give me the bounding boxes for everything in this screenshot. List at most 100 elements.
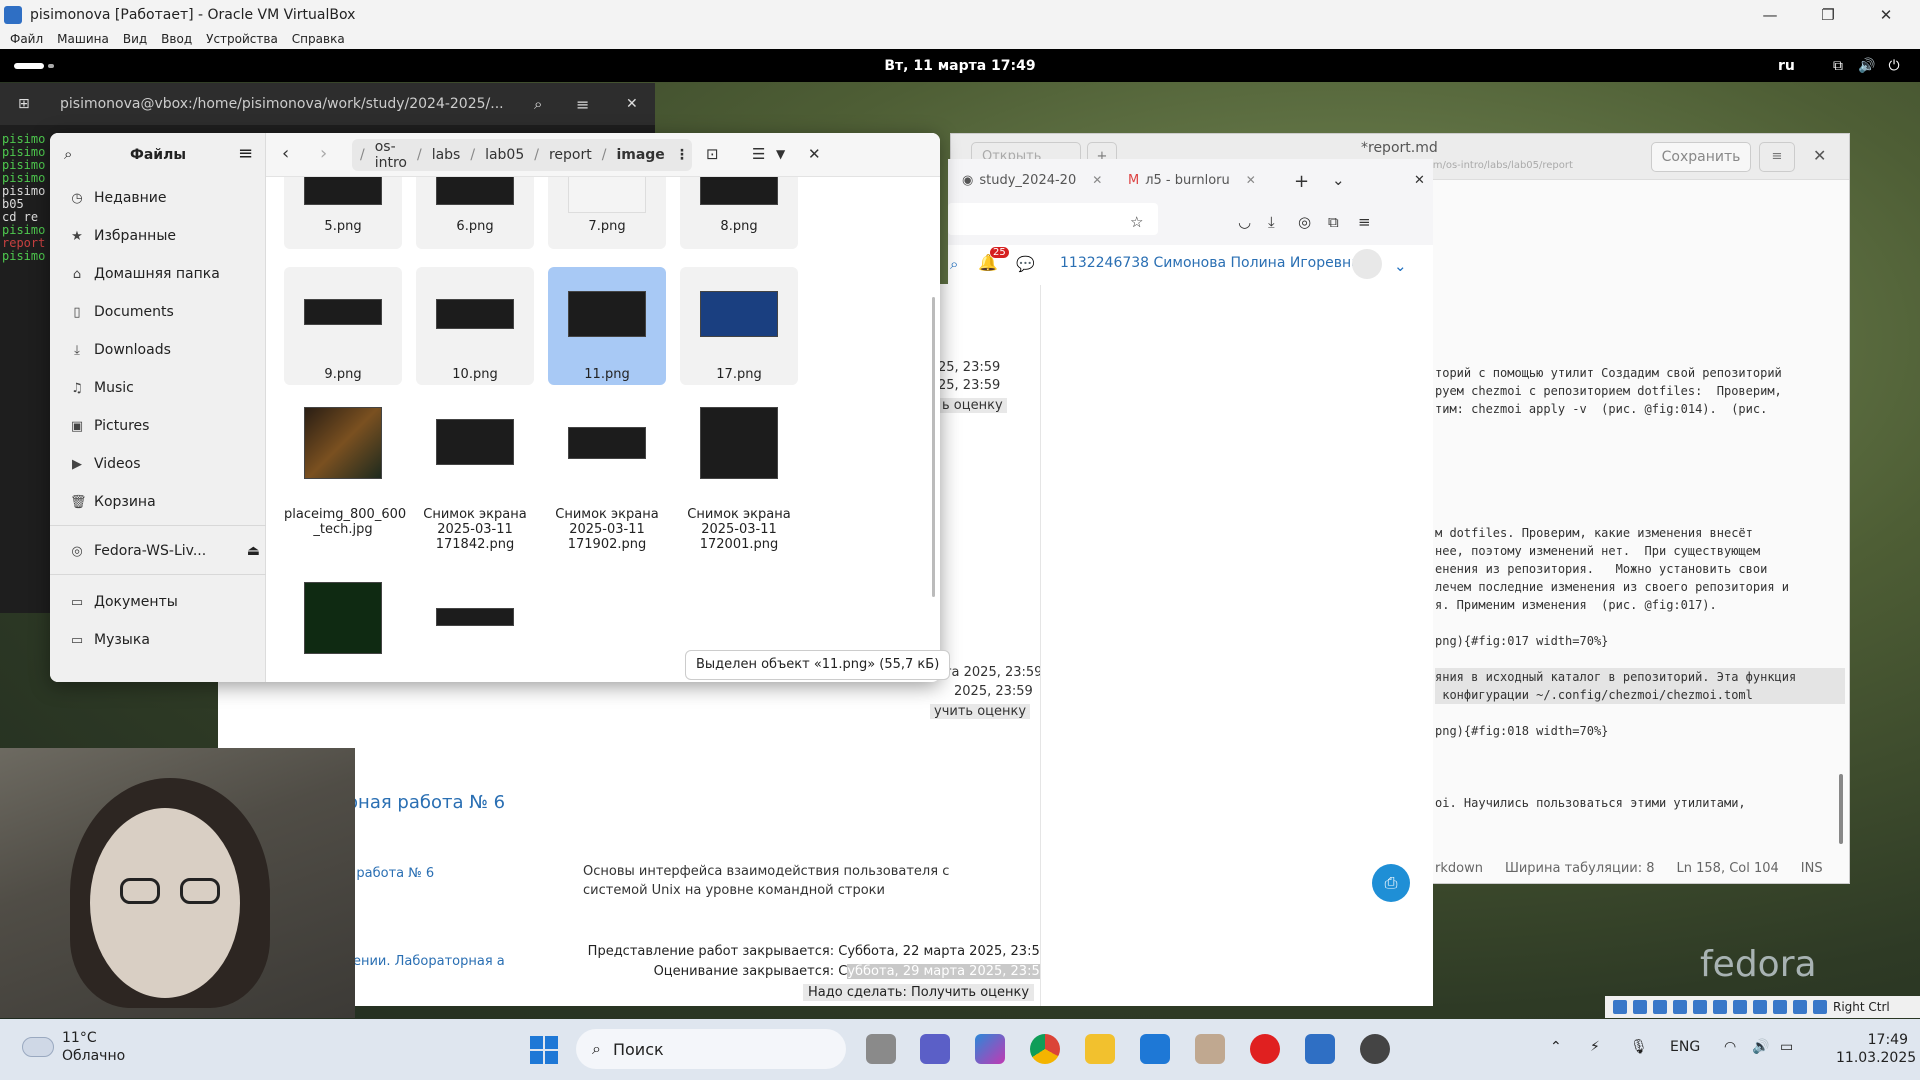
sidebar-item-pictures[interactable]: ▣ Pictures bbox=[70, 413, 260, 439]
chevron-down-icon[interactable]: ▼ bbox=[776, 147, 785, 161]
volume-icon[interactable]: 🔊 bbox=[1858, 58, 1875, 74]
code-line[interactable]: руем chezmoi с репозиторием dotfiles: Пр… bbox=[1435, 382, 1782, 400]
file-item[interactable] bbox=[416, 582, 534, 682]
code-line[interactable]: енения из репозитория. Можно установить … bbox=[1435, 560, 1767, 578]
close-icon[interactable]: ✕ bbox=[1860, 0, 1912, 29]
menu-devices[interactable]: Устройства bbox=[206, 32, 278, 46]
sidebar-item-downloads[interactable]: ⤓ Downloads bbox=[70, 337, 260, 363]
keyboard-language[interactable]: ENG bbox=[1670, 1039, 1700, 1055]
file-item[interactable]: 6.png bbox=[416, 177, 534, 249]
sidebar-item-trash[interactable]: 🗑 Корзина bbox=[70, 489, 260, 515]
network-icon[interactable] bbox=[1673, 1000, 1687, 1014]
code-line[interactable]: м dotfiles. Проверим, какие изменения вн… bbox=[1435, 524, 1753, 542]
close-icon[interactable]: ✕ bbox=[1246, 173, 1256, 187]
file-item[interactable]: 7.png bbox=[548, 177, 666, 249]
breadcrumb-item[interactable]: lab05 bbox=[485, 147, 524, 163]
search-icon[interactable]: ⌕ bbox=[534, 95, 542, 113]
code-line[interactable]: я. Применим изменения (рис. @fig:017). bbox=[1435, 596, 1717, 614]
menu-file[interactable]: Файл bbox=[10, 32, 43, 46]
sidebar-item-docs-ru[interactable]: ▭ Документы bbox=[70, 589, 260, 615]
save-button[interactable]: Сохранить bbox=[1651, 142, 1751, 172]
code-line[interactable]: нее, поэтому изменений нет. При существу… bbox=[1435, 542, 1760, 560]
keyboard-layout[interactable]: ru bbox=[1778, 58, 1795, 74]
hdd-icon[interactable] bbox=[1613, 1000, 1627, 1014]
taskbar-clock[interactable]: 17:49 11.03.2025 bbox=[1836, 1031, 1916, 1067]
chat-icon[interactable]: 💬 bbox=[1016, 255, 1035, 273]
account-icon[interactable]: ◎ bbox=[1298, 213, 1311, 231]
file-item[interactable]: Снимок экрана 2025-03-11 171842.png bbox=[416, 407, 534, 557]
close-icon[interactable]: ✕ bbox=[1414, 173, 1425, 188]
code-line[interactable]: яния в исходный каталог в репозиторий. Э… bbox=[1435, 668, 1845, 686]
sidebar-item-home[interactable]: ⌂ Домашняя папка bbox=[70, 261, 260, 287]
download-icon[interactable]: ⤓ bbox=[1268, 213, 1275, 231]
restore-icon[interactable]: ❐ bbox=[1802, 0, 1854, 29]
network-icon[interactable]: ⧉ bbox=[1830, 58, 1846, 74]
code-line[interactable]: торий с помощью утилит Создадим свой реп… bbox=[1435, 364, 1782, 382]
close-icon[interactable]: ✕ bbox=[1092, 173, 1102, 187]
code-line[interactable]: конфигурации ~/.config/chezmoi/chezmoi.t… bbox=[1435, 686, 1845, 704]
file-item[interactable]: Снимок экрана 2025-03-11 171902.png bbox=[548, 407, 666, 557]
mail-icon[interactable] bbox=[1140, 1034, 1170, 1064]
code-line[interactable]: png){#fig:018 width=70%} bbox=[1435, 722, 1608, 740]
chrome-icon[interactable] bbox=[1030, 1034, 1060, 1064]
wifi-icon[interactable]: ◠ bbox=[1724, 1039, 1736, 1055]
battery-icon[interactable]: ▭ bbox=[1780, 1039, 1793, 1055]
menu-view[interactable]: Вид bbox=[123, 32, 147, 46]
task-view-icon[interactable] bbox=[866, 1034, 896, 1064]
menu-machine[interactable]: Машина bbox=[57, 32, 109, 46]
display-icon[interactable] bbox=[1733, 1000, 1747, 1014]
file-item[interactable] bbox=[284, 582, 402, 682]
virtualbox-icon[interactable] bbox=[1305, 1034, 1335, 1064]
close-icon[interactable]: ✕ bbox=[626, 96, 638, 112]
volume-icon[interactable]: 🔊 bbox=[1752, 1039, 1769, 1055]
breadcrumb-item[interactable]: os-intro bbox=[375, 139, 407, 171]
code-line[interactable]: тим: chezmoi apply -v (рис. @fig:014). (… bbox=[1435, 400, 1767, 418]
chevron-down-icon[interactable]: ⌄ bbox=[1394, 257, 1407, 275]
extensions-icon[interactable]: ⧉ bbox=[1328, 213, 1339, 231]
new-folder-icon[interactable]: ⊡ bbox=[706, 145, 719, 163]
chevron-up-icon[interactable]: ⌃ bbox=[1550, 1039, 1562, 1055]
menu-input[interactable]: Ввод bbox=[161, 32, 192, 46]
audio-icon[interactable] bbox=[1653, 1000, 1667, 1014]
sidebar-item-documents[interactable]: ▯ Documents bbox=[70, 299, 260, 325]
sidebar-item-music[interactable]: ♫ Music bbox=[70, 375, 260, 401]
menu-icon[interactable]: ≡ bbox=[1759, 142, 1795, 172]
code-line[interactable]: oi. Научились пользоваться этими утилита… bbox=[1435, 794, 1746, 812]
code-line[interactable]: лечем последние изменения из своего репо… bbox=[1435, 578, 1789, 596]
obs-icon[interactable] bbox=[1360, 1034, 1390, 1064]
back-icon[interactable]: ‹ bbox=[282, 143, 289, 164]
menu-help[interactable]: Справка bbox=[292, 32, 345, 46]
menu-icon[interactable]: ≡ bbox=[238, 143, 253, 164]
explorer-icon[interactable] bbox=[1085, 1034, 1115, 1064]
search-icon[interactable]: ⌕ bbox=[950, 255, 958, 273]
star-icon[interactable]: ☆ bbox=[1130, 213, 1143, 231]
file-item[interactable]: 9.png bbox=[284, 267, 402, 385]
file-item[interactable]: 10.png bbox=[416, 267, 534, 385]
teams-icon[interactable] bbox=[920, 1034, 950, 1064]
cpu-icon[interactable] bbox=[1773, 1000, 1787, 1014]
file-item[interactable]: Снимок экрана 2025-03-11 172001.png bbox=[680, 407, 798, 557]
minimize-icon[interactable]: — bbox=[1744, 0, 1796, 29]
close-icon[interactable]: ✕ bbox=[808, 145, 821, 163]
tab-study[interactable]: ◉ study_2024-20 ✕ bbox=[962, 165, 1102, 195]
file-item[interactable]: 8.png bbox=[680, 177, 798, 249]
microphone-icon[interactable]: 🎙 bbox=[1630, 1039, 1648, 1055]
print-icon[interactable]: ⎙ bbox=[1372, 864, 1410, 902]
mouse-icon[interactable] bbox=[1793, 1000, 1807, 1014]
wifi-off-icon[interactable]: ⚡ bbox=[1590, 1039, 1600, 1055]
menu-icon[interactable]: ≡ bbox=[576, 95, 589, 114]
breadcrumb-item[interactable]: labs bbox=[432, 147, 461, 163]
editor-scrollbar[interactable] bbox=[1839, 774, 1843, 844]
new-tab-icon[interactable]: ⊞ bbox=[18, 96, 30, 112]
sidebar-item-recent[interactable]: ◷ Недавние bbox=[70, 185, 260, 211]
shared-folder-icon[interactable] bbox=[1713, 1000, 1727, 1014]
pocket-icon[interactable]: ◡ bbox=[1238, 213, 1251, 231]
user-name[interactable]: 1132246738 Симонова Полина Игоревна bbox=[1060, 255, 1360, 271]
file-item[interactable]: placeimg_800_600 _tech.jpg bbox=[284, 407, 406, 557]
code-line[interactable]: png){#fig:017 width=70%} bbox=[1435, 632, 1608, 650]
sidebar-item-starred[interactable]: ★ Избранные bbox=[70, 223, 260, 249]
usb-icon[interactable] bbox=[1693, 1000, 1707, 1014]
new-tab-icon[interactable]: + bbox=[1294, 171, 1309, 192]
start-button[interactable] bbox=[530, 1036, 558, 1064]
url-bar[interactable] bbox=[948, 203, 1158, 235]
